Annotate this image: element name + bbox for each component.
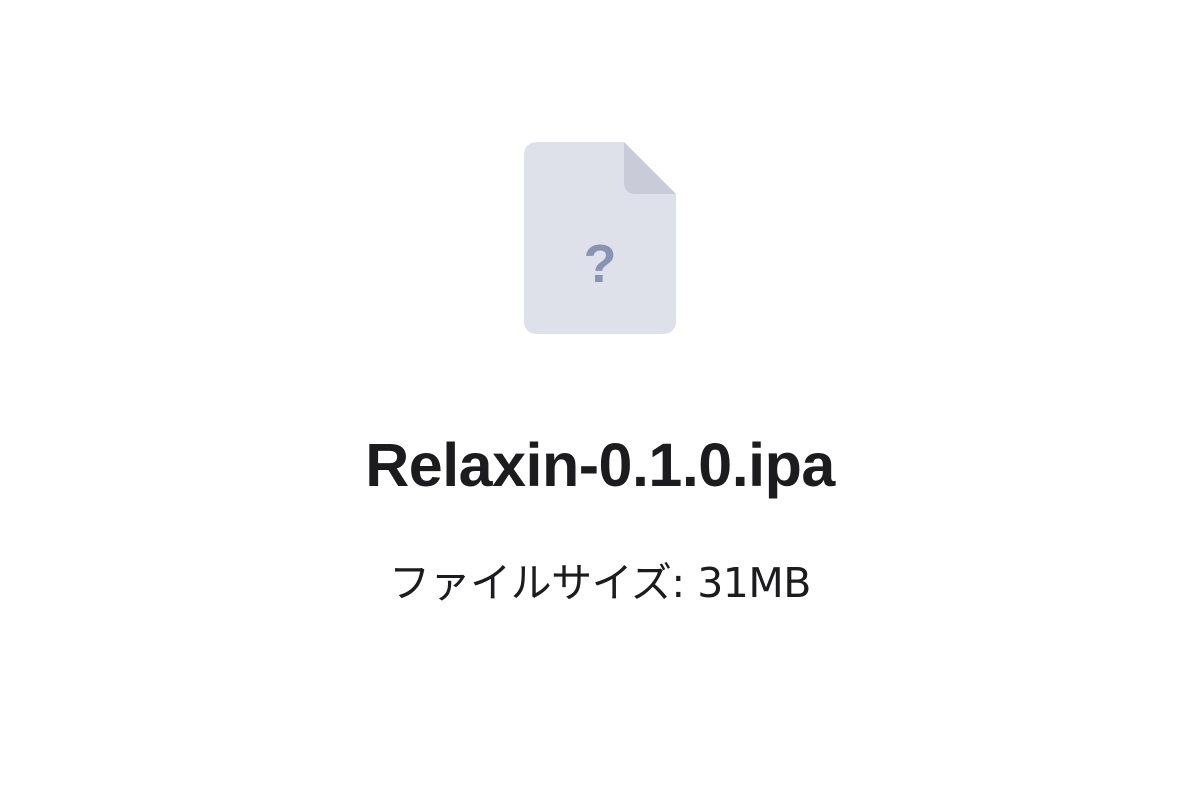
question-mark-glyph: ? xyxy=(584,234,617,294)
unknown-file-icon: ? xyxy=(524,142,676,334)
file-preview: ? Relaxin-0.1.0.ipa ファイルサイズ: 31MB xyxy=(0,0,1200,802)
file-name: Relaxin-0.1.0.ipa xyxy=(365,431,835,499)
file-size-label: ファイルサイズ: 31MB xyxy=(389,559,811,607)
